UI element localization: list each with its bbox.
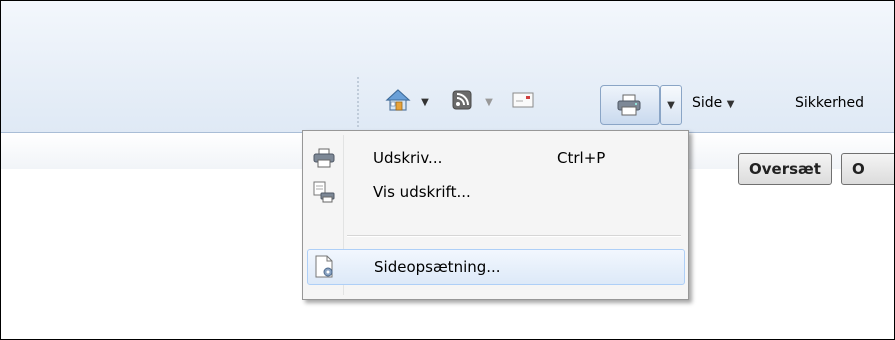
page-setup-icon (314, 255, 336, 278)
menu-item-label: Sideopsætning... (374, 258, 501, 276)
chevron-down-icon: ▼ (726, 99, 735, 110)
menu-item-label: Vis udskrift... (373, 183, 471, 201)
security-menu[interactable]: Sikkerhed (795, 95, 864, 111)
toolbar-separator (357, 77, 359, 127)
menu-item-print[interactable]: Udskriv... Ctrl+P (307, 141, 683, 175)
chevron-down-icon: ▼ (485, 96, 493, 108)
security-menu-label: Sikkerhed (795, 95, 864, 111)
print-menu: Udskriv... Ctrl+P Vis udskrift... Sideop… (302, 130, 689, 300)
command-bar: ▼ ▼ ▼ Side ▼ Sikkerhed (1, 1, 894, 133)
browser-window: ▼ ▼ ▼ Side ▼ Sikkerhed Oversæt O Udskriv… (0, 0, 895, 340)
mail-button[interactable] (506, 85, 540, 119)
mail-icon (512, 91, 534, 113)
menu-item-label: Udskriv... (373, 149, 443, 167)
print-dropdown-button[interactable]: ▼ (660, 85, 682, 125)
chevron-down-icon: ▼ (667, 99, 675, 111)
partial-button[interactable]: O (841, 153, 894, 185)
translate-button[interactable]: Oversæt (738, 153, 832, 185)
feeds-dropdown[interactable]: ▼ (481, 85, 497, 119)
chevron-down-icon: ▼ (421, 96, 429, 108)
home-button[interactable] (381, 85, 415, 119)
menu-item-page-setup[interactable]: Sideopsætning... (307, 249, 685, 285)
translate-button-label: Oversæt (749, 160, 821, 178)
home-icon (385, 87, 411, 117)
menu-item-shortcut: Ctrl+P (557, 149, 606, 167)
menu-separator (347, 235, 681, 237)
print-button[interactable] (600, 85, 660, 125)
print-preview-icon (313, 181, 335, 203)
menu-item-print-preview[interactable]: Vis udskrift... (307, 175, 683, 209)
feeds-button[interactable] (447, 85, 477, 119)
printer-icon (616, 94, 642, 120)
printer-icon (313, 147, 335, 169)
feeds-icon (452, 90, 472, 114)
page-menu-label: Side (692, 95, 723, 111)
page-menu[interactable]: Side ▼ (692, 95, 734, 111)
home-dropdown[interactable]: ▼ (417, 85, 433, 119)
partial-button-label: O (852, 160, 865, 178)
